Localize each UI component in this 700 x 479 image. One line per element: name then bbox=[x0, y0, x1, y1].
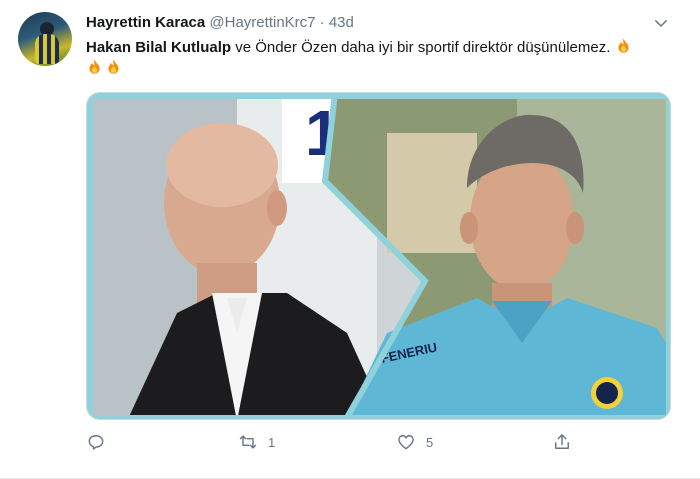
mention-name[interactable]: Hakan Bilal Kutlualp bbox=[86, 39, 231, 56]
tweet-body: ve Önder Özen daha iyi bir sportif direk… bbox=[231, 39, 615, 56]
author-handle[interactable]: @HayrettinKrc7 bbox=[209, 14, 315, 31]
tweet[interactable]: Hayrettin Karaca @HayrettinKrc7 · 43d Ha… bbox=[0, 0, 700, 479]
retweet-count: 1 bbox=[268, 434, 276, 450]
author-name[interactable]: Hayrettin Karaca bbox=[86, 14, 205, 31]
reply-icon bbox=[88, 435, 104, 450]
fire-emoji bbox=[86, 58, 103, 76]
heart-icon bbox=[398, 435, 414, 450]
retweet-icon bbox=[239, 435, 257, 449]
tweet-media-image[interactable]: 11 FENERIU bbox=[86, 92, 671, 420]
share-button[interactable] bbox=[552, 430, 572, 454]
fire-emoji bbox=[105, 58, 122, 76]
avatar[interactable] bbox=[18, 12, 72, 66]
media-collage: 11 FENERIU bbox=[87, 93, 670, 419]
separator-dot: · bbox=[319, 14, 325, 31]
chevron-down-icon[interactable] bbox=[652, 14, 670, 32]
tweet-timestamp[interactable]: 43d bbox=[329, 14, 354, 31]
tweet-actions: 1 5 bbox=[86, 430, 606, 454]
retweet-button[interactable]: 1 bbox=[238, 430, 275, 454]
tweet-header: Hayrettin Karaca @HayrettinKrc7 · 43d bbox=[86, 13, 354, 32]
share-icon bbox=[555, 434, 569, 449]
avatar-figure-body bbox=[35, 34, 59, 64]
fire-emoji bbox=[615, 37, 632, 55]
tweet-text: Hakan Bilal Kutlualp ve Önder Özen daha … bbox=[86, 37, 646, 79]
like-button[interactable]: 5 bbox=[396, 430, 433, 454]
reply-button[interactable] bbox=[86, 430, 116, 454]
like-count: 5 bbox=[426, 434, 434, 450]
